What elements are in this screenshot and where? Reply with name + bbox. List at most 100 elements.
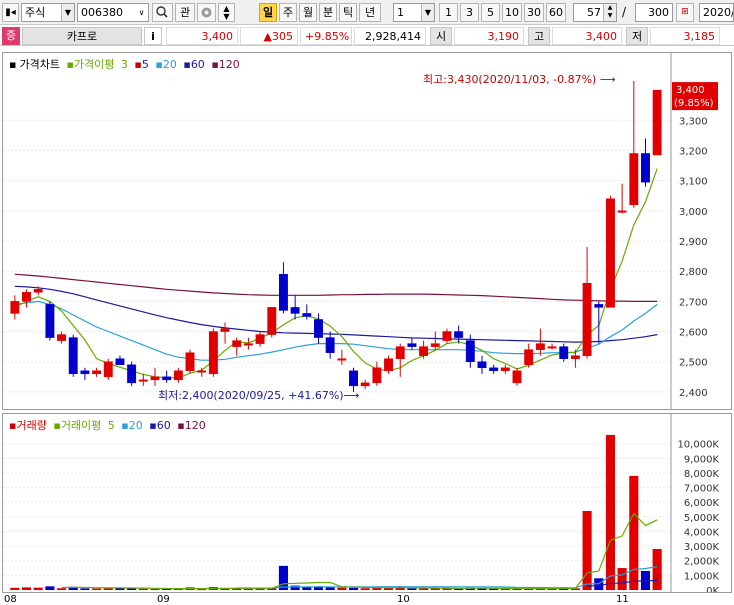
volume-bar (56, 588, 67, 590)
up-down-spinner[interactable]: ▲ ▼ (218, 3, 235, 22)
date-input[interactable]: 2020/ (699, 3, 734, 22)
candle-up (384, 358, 394, 372)
candle-up (430, 343, 440, 347)
volume-tick-label: 4,000K (684, 527, 720, 538)
interval-option-1[interactable]: 1 (439, 3, 458, 22)
candle-up (243, 343, 253, 346)
period-minute-button[interactable]: 분 (319, 3, 337, 22)
interval-option-3[interactable]: 3 (460, 3, 479, 22)
period-month-button[interactable]: 월 (299, 3, 317, 22)
x-tick-label: 11 (616, 594, 629, 605)
interval-option-10[interactable]: 10 (502, 3, 522, 22)
price-change-pct: +9.85% (300, 27, 352, 45)
candle-down (349, 370, 358, 387)
price-tick-label: 2,400 (679, 388, 708, 399)
display-count-input[interactable]: 57 ▲ ▼ (573, 3, 617, 22)
volume-chart[interactable]: 0K 1,000K 2,000K 3,000K 4,000K 5,000K 6,000K 7,… (3, 414, 731, 592)
candle-up (57, 334, 67, 341)
period-tick-button[interactable]: 틱 (339, 3, 357, 22)
interval-option-30[interactable]: 30 (524, 3, 544, 22)
volume-tick-label: 0K (706, 586, 719, 592)
price-tick-label: 3,300 (679, 116, 708, 127)
price-tick-label: 2,600 (679, 328, 708, 339)
candle-down (325, 337, 335, 353)
legend-marker: ▪ (177, 419, 185, 432)
low-label: 저 (626, 27, 648, 45)
period-year-button[interactable]: 년 (359, 3, 381, 22)
candle-up (442, 331, 452, 341)
candle-down (80, 370, 90, 375)
candle-up (10, 301, 20, 314)
ma-legend-20: 20 (162, 58, 177, 71)
date-value: 2020/ (703, 6, 734, 19)
candle-up (255, 334, 265, 344)
high-value: 3,400 (552, 27, 622, 45)
candle-down (407, 343, 417, 347)
volume-tick-label: 3,000K (684, 542, 720, 553)
legend-marker: ▪ (66, 58, 74, 71)
candle-down (454, 331, 464, 338)
candle-down (127, 364, 137, 384)
volume-bar (348, 587, 359, 590)
spinner-icon[interactable]: ▲ ▼ (603, 4, 616, 21)
candle-down (314, 319, 323, 338)
quote-bar: 증 카프로 i 3,400 ▲305 +9.85% 2,928,414 시 3,… (0, 26, 734, 46)
chart-type-icon[interactable]: ▮◂ (2, 3, 19, 22)
volume-bar (337, 587, 347, 590)
search-button[interactable] (152, 3, 173, 22)
legend-marker: ▪ (134, 58, 142, 71)
total-count-input[interactable]: 300 (635, 3, 673, 22)
ma-legend-120: 120 (218, 58, 240, 71)
volume-bar (92, 588, 102, 590)
current-price-tag-pct: (9.85%) (674, 98, 714, 109)
search-icon (156, 6, 168, 18)
candle-up (33, 289, 43, 293)
price-chart[interactable]: 2,400 2,500 2,600 2,700 2,800 2,900 3,000 3,100… (3, 53, 731, 409)
chevron-down-icon[interactable]: ▼ (61, 4, 74, 21)
market-type-select[interactable]: 주식 ▼ (21, 3, 75, 22)
chevron-down-icon[interactable]: ▼ (421, 4, 434, 21)
chevron-down-icon[interactable]: ∨ (135, 4, 148, 21)
candle-up (500, 367, 510, 372)
vol-ma-legend-20: 20 (128, 419, 143, 432)
period-day-button[interactable]: 일 (259, 3, 277, 22)
stock-code-input[interactable]: 006380 ∨ (77, 3, 149, 22)
price-tick-label: 2,500 (679, 358, 708, 369)
x-tick-label: 09 (157, 594, 170, 605)
lock-button[interactable]: ⊞ (676, 3, 694, 22)
legend-marker: ▪ (183, 58, 191, 71)
vol-ma-legend-5: 5 (107, 419, 115, 432)
interval-option-5[interactable]: 5 (481, 3, 500, 22)
volume-bar (407, 588, 417, 590)
stock-info-button[interactable]: i (144, 27, 162, 45)
candle-up (150, 376, 160, 381)
volume-bar (629, 475, 639, 590)
stock-name: 카프로 (22, 27, 142, 45)
price-chart-panel[interactable]: 2,400 2,500 2,600 2,700 2,800 2,900 3,000 3,100… (2, 52, 732, 410)
interval-select[interactable]: 1 ▼ (393, 3, 435, 22)
x-tick-label: 08 (4, 594, 17, 605)
interval-option-60[interactable]: 60 (546, 3, 566, 22)
volume-bar (197, 589, 207, 591)
current-price-tag-value: 3,400 (676, 85, 705, 96)
vol-ma20-line (236, 566, 658, 589)
ma120-line (14, 273, 658, 302)
count-separator: / (622, 5, 627, 19)
period-week-button[interactable]: 주 (279, 3, 297, 22)
candle-up (395, 346, 405, 359)
price-legend: ▪ 가격차트 ▪가격이평 3 ▪5 ▪20 ▪60 ▪120 (9, 56, 243, 72)
candle-up (232, 340, 242, 347)
legend-marker: ▪ (149, 419, 157, 432)
candle-down (162, 376, 172, 381)
ma-legend-3: 3 (120, 58, 128, 71)
settings-button[interactable] (197, 3, 216, 22)
watchlist-button[interactable]: 관 (175, 3, 195, 22)
volume-tick-label: 5,000K (684, 513, 720, 524)
volume-ma-title: 거래이평 (60, 419, 102, 432)
volume-chart-panel[interactable]: 0K 1,000K 2,000K 3,000K 4,000K 5,000K 6,000K 7,… (2, 413, 732, 593)
ma-legend-5: 5 (141, 58, 149, 71)
legend-marker: ▪ (121, 419, 129, 432)
time-axis: 08 09 10 11 (2, 594, 732, 605)
volume-bar (430, 588, 440, 590)
candle-down (559, 346, 569, 359)
